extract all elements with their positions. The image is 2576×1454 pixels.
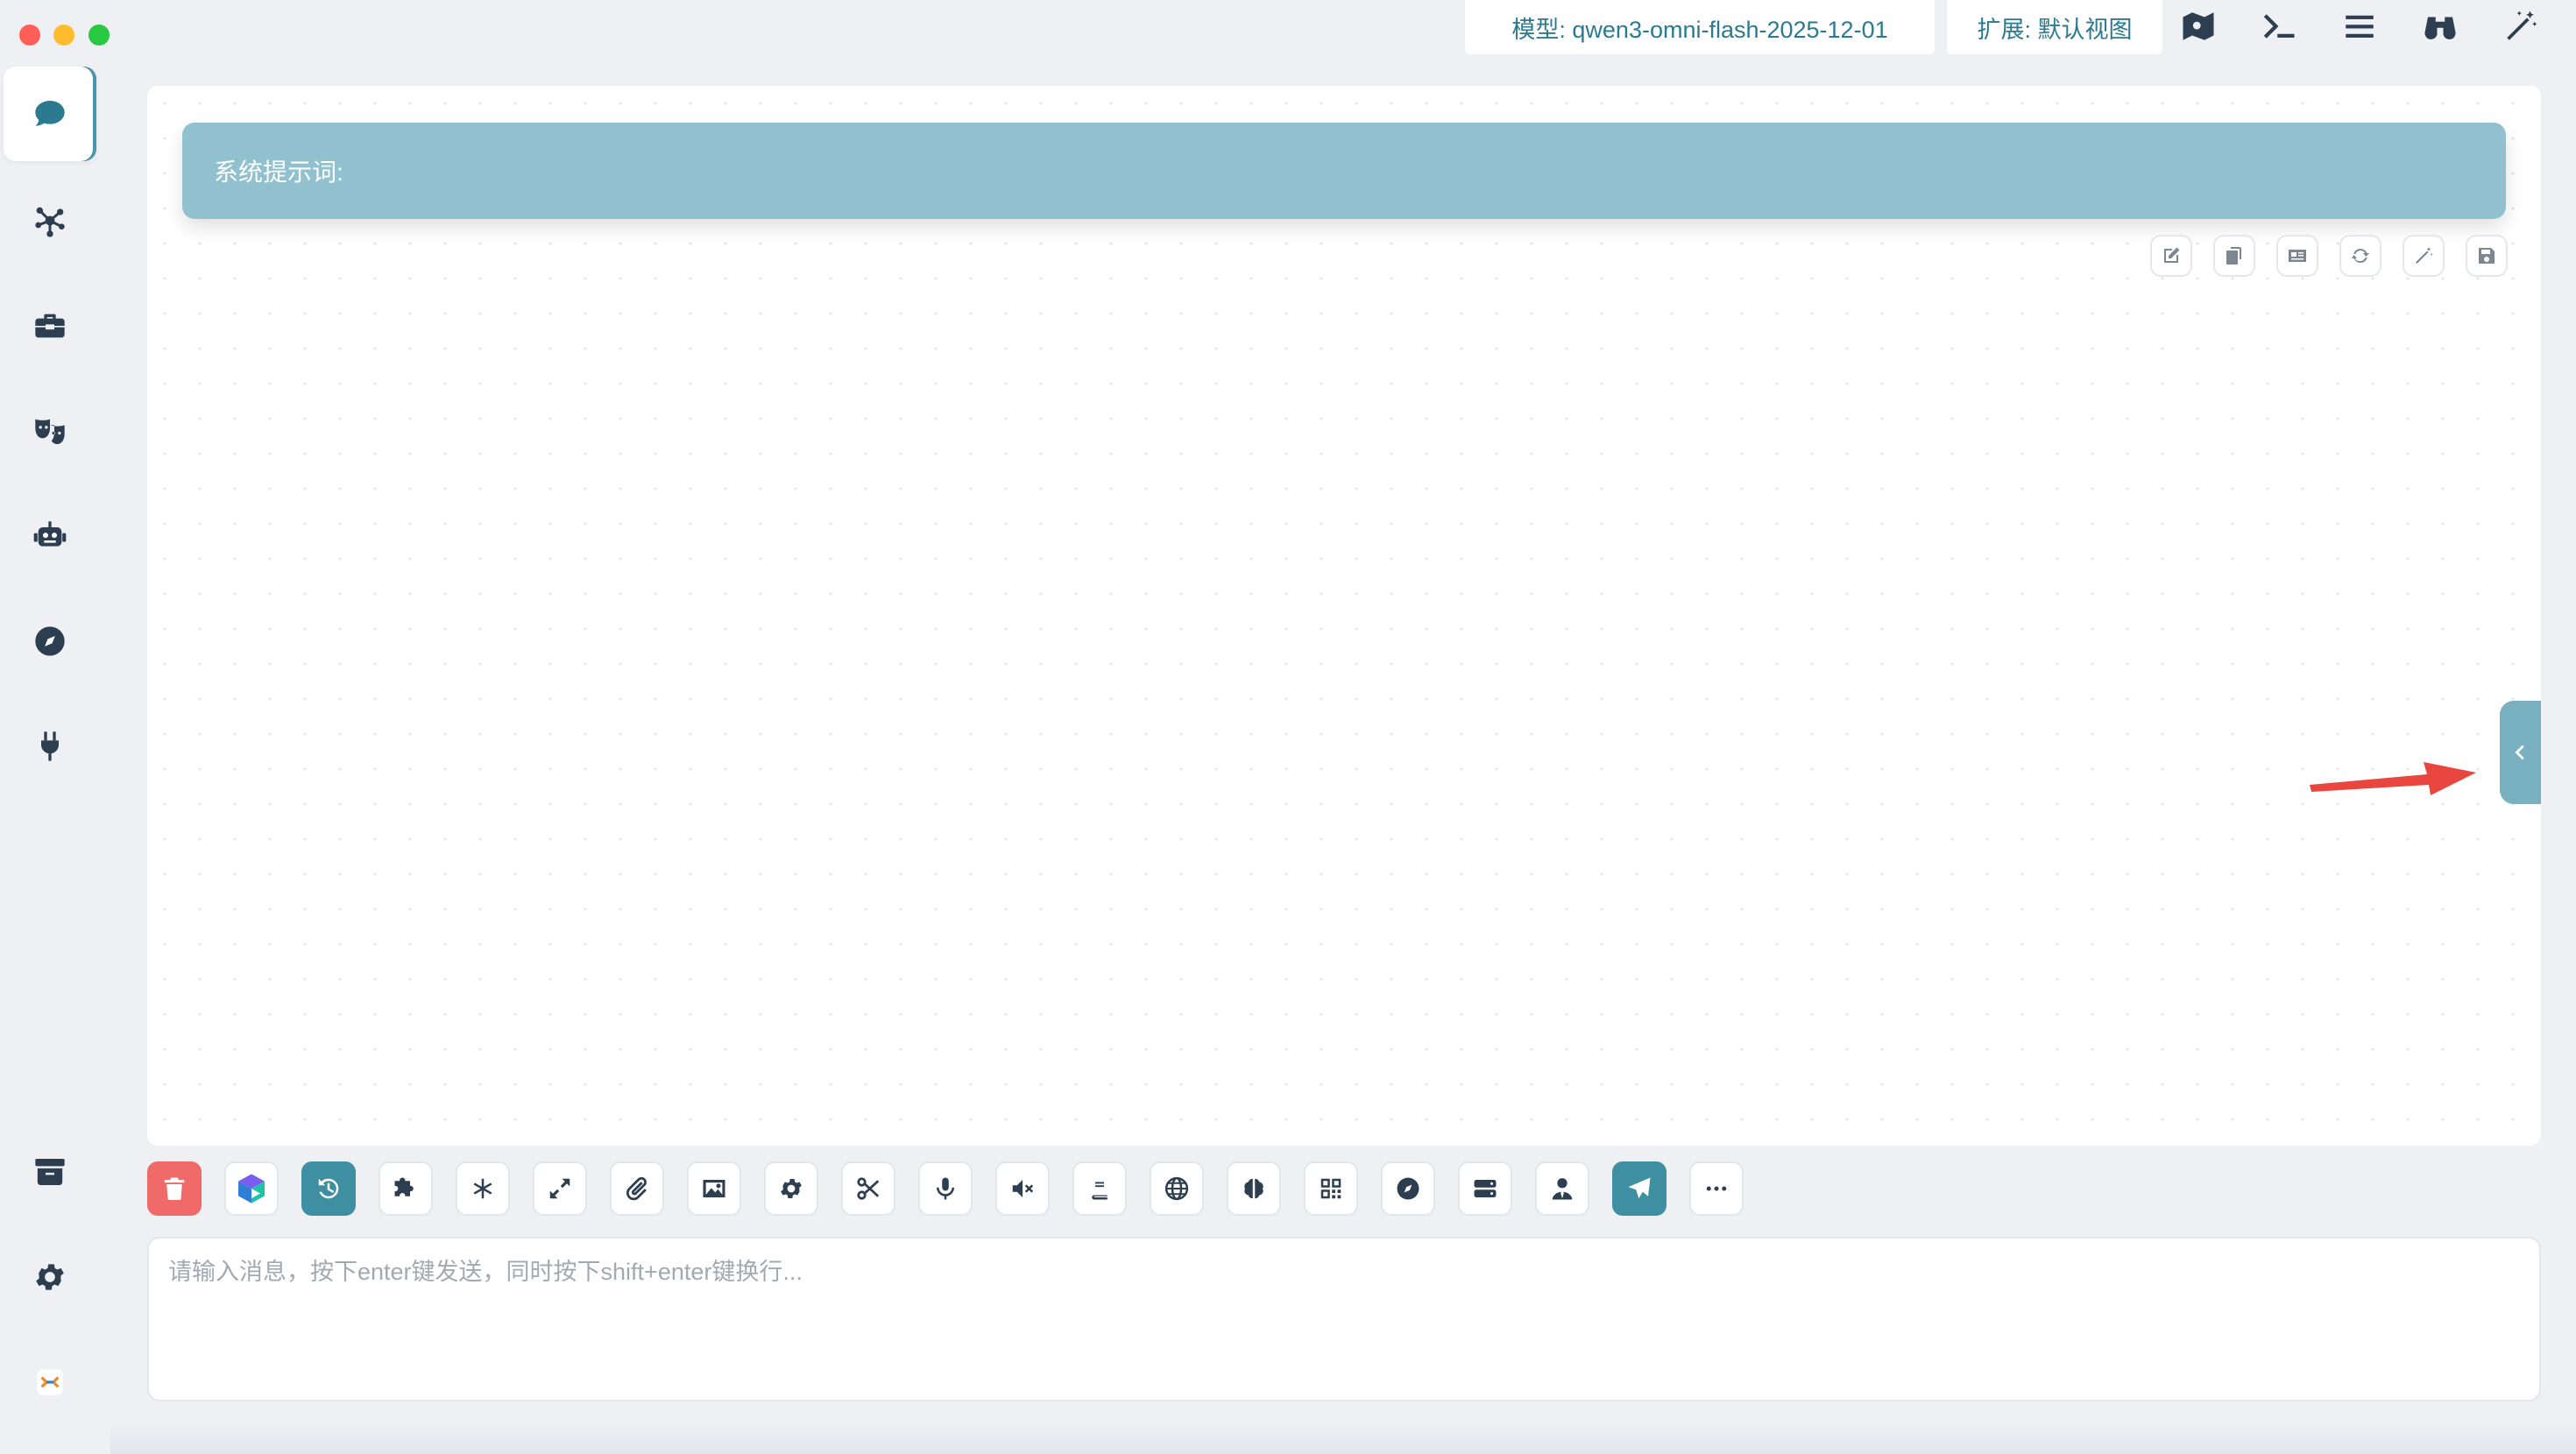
message-input-placeholder: 请输入消息，按下enter键发送，同时按下shift+enter键换行... bbox=[168, 1259, 803, 1285]
binoculars-button[interactable] bbox=[2417, 7, 2464, 46]
sidebar-item-toolbox[interactable] bbox=[4, 279, 96, 373]
qrcode-icon bbox=[1320, 1178, 1341, 1199]
binoculars-icon bbox=[2424, 17, 2456, 39]
history-icon bbox=[318, 1178, 339, 1199]
message-tools bbox=[2150, 235, 2508, 277]
sidebar-item-network[interactable] bbox=[4, 173, 96, 268]
map-icon bbox=[2183, 12, 2214, 40]
bottom-edge bbox=[110, 1423, 2576, 1454]
extension-selector[interactable]: 扩展: 默认视图 bbox=[1947, 0, 2162, 54]
sidebar-item-compass[interactable] bbox=[4, 594, 96, 688]
brand-logo-icon bbox=[238, 1174, 265, 1203]
image-icon bbox=[703, 1180, 725, 1197]
system-prompt-bar[interactable]: 系统提示词: bbox=[182, 123, 2506, 219]
cut-button[interactable] bbox=[841, 1161, 895, 1216]
send-button[interactable] bbox=[1612, 1161, 1667, 1216]
reasoning-button[interactable] bbox=[1227, 1161, 1281, 1216]
explore-button[interactable] bbox=[1381, 1161, 1435, 1216]
voice-input-button[interactable] bbox=[918, 1161, 973, 1216]
asterisk-icon bbox=[473, 1178, 492, 1199]
id-card-button[interactable] bbox=[2276, 235, 2318, 277]
send-icon bbox=[1628, 1177, 1651, 1199]
terminal-button[interactable] bbox=[2255, 7, 2303, 46]
compass-icon bbox=[35, 626, 65, 656]
gear-icon bbox=[781, 1179, 802, 1198]
image-button[interactable] bbox=[687, 1161, 741, 1216]
server-button[interactable] bbox=[1458, 1161, 1512, 1216]
trash-icon bbox=[164, 1177, 185, 1200]
edit-button[interactable] bbox=[2150, 235, 2192, 277]
compass-icon bbox=[1397, 1177, 1419, 1200]
brain-icon bbox=[1244, 1178, 1263, 1199]
menu-icon bbox=[2346, 15, 2374, 38]
sidebar-item-robot[interactable] bbox=[4, 489, 96, 583]
magic-wand-icon bbox=[2416, 247, 2433, 264]
globe-icon bbox=[1164, 1176, 1189, 1201]
masks-icon bbox=[35, 419, 65, 444]
menu-button[interactable] bbox=[2336, 7, 2383, 46]
web-search-button[interactable] bbox=[1150, 1161, 1204, 1216]
edit-icon bbox=[2164, 247, 2180, 263]
sidebar-item-masks[interactable] bbox=[4, 384, 96, 478]
magic-wand-icon bbox=[2507, 11, 2537, 40]
terminal-icon bbox=[2263, 14, 2295, 39]
asterisk-button[interactable] bbox=[456, 1161, 510, 1216]
sidebar-app-logo[interactable] bbox=[4, 1335, 96, 1429]
toolbox-icon bbox=[35, 314, 65, 338]
sidebar-item-chat[interactable] bbox=[4, 67, 96, 161]
chat-panel: 系统提示词: bbox=[147, 86, 2541, 1146]
archive-icon bbox=[35, 1159, 65, 1185]
copy-icon bbox=[2226, 247, 2241, 265]
server-icon bbox=[1474, 1180, 1497, 1197]
id-card-icon bbox=[2289, 250, 2306, 262]
expand-button[interactable] bbox=[533, 1161, 587, 1216]
plug-icon bbox=[41, 731, 59, 761]
copy-button[interactable] bbox=[2213, 235, 2255, 277]
sidebar-item-plugins[interactable] bbox=[4, 699, 96, 794]
plugin-button[interactable] bbox=[379, 1161, 433, 1216]
microphone-icon bbox=[937, 1177, 954, 1200]
chat-icon bbox=[35, 101, 65, 126]
chevron-left-icon bbox=[2514, 745, 2524, 760]
annotation-arrow-icon bbox=[2310, 762, 2476, 795]
save-icon bbox=[2479, 248, 2495, 264]
brand-logo-button[interactable] bbox=[224, 1161, 279, 1216]
mute-button[interactable] bbox=[995, 1161, 1050, 1216]
system-prompt-label: 系统提示词: bbox=[214, 159, 343, 186]
more-icon bbox=[1706, 1186, 1727, 1191]
right-panel-toggle[interactable] bbox=[2500, 701, 2541, 804]
clear-chat-button[interactable] bbox=[147, 1161, 202, 1216]
expand-icon bbox=[549, 1178, 570, 1199]
scissors-icon bbox=[857, 1177, 880, 1200]
sidebar bbox=[0, 0, 110, 1454]
attach-button[interactable] bbox=[610, 1161, 664, 1216]
knowledge-book-button[interactable] bbox=[1072, 1161, 1127, 1216]
model-selector[interactable]: 模型: qwen3-omni-flash-2025-12-01 bbox=[1465, 0, 1935, 54]
paperclip-icon bbox=[626, 1176, 647, 1201]
app-logo-icon bbox=[37, 1369, 63, 1395]
puzzle-icon bbox=[394, 1177, 414, 1196]
settings-icon bbox=[36, 1264, 64, 1290]
persona-button[interactable] bbox=[1535, 1161, 1589, 1216]
more-button[interactable] bbox=[1689, 1161, 1744, 1216]
sidebar-item-settings[interactable] bbox=[4, 1230, 96, 1324]
save-button[interactable] bbox=[2466, 235, 2508, 277]
network-icon bbox=[35, 207, 65, 237]
message-input[interactable]: 请输入消息，按下enter键发送，同时按下shift+enter键换行... bbox=[147, 1237, 2541, 1401]
refresh-icon bbox=[2352, 248, 2369, 264]
magic-wand-button[interactable] bbox=[2497, 7, 2544, 46]
mute-icon bbox=[1012, 1180, 1034, 1197]
qrcode-button[interactable] bbox=[1304, 1161, 1358, 1216]
map-button[interactable] bbox=[2175, 7, 2222, 46]
robot-icon bbox=[33, 521, 67, 547]
settings-button[interactable] bbox=[764, 1161, 818, 1216]
magic-wand-button[interactable] bbox=[2403, 235, 2445, 277]
refresh-button[interactable] bbox=[2339, 235, 2381, 277]
book-icon bbox=[1092, 1177, 1108, 1200]
sidebar-item-archive[interactable] bbox=[4, 1125, 96, 1219]
history-button[interactable] bbox=[301, 1161, 356, 1216]
user-tie-icon bbox=[1552, 1178, 1573, 1200]
